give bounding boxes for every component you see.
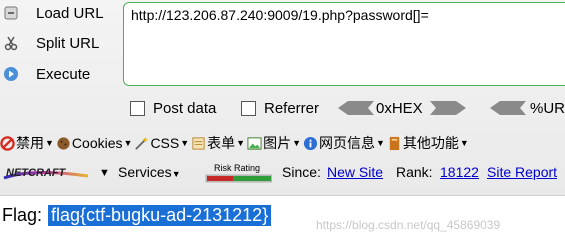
hex-label: 0xHEX	[376, 100, 423, 117]
play-icon	[2, 65, 20, 83]
info-menu[interactable]: 网页信息 ▼	[303, 133, 385, 153]
since-link[interactable]: New Site	[327, 164, 383, 180]
css-wand-icon	[135, 136, 149, 150]
post-data-checkbox[interactable]	[130, 101, 145, 116]
cookies-label: Cookies	[71, 135, 123, 151]
flag-output: Flag: flag{ctf-bugku-ad-2131212}	[2, 205, 272, 226]
disable-menu[interactable]: 禁用 ▼	[0, 133, 54, 153]
risk-rating-meter: Risk Rating	[205, 163, 272, 183]
flag-label: Flag:	[2, 205, 43, 225]
netcraft-logo[interactable]: NETCRAFT	[2, 164, 90, 182]
url-encode-label: %URL	[530, 100, 565, 117]
url-textarea[interactable]: http://123.206.87.240:9009/19.php?passwo…	[123, 2, 565, 86]
load-url-icon	[2, 4, 20, 22]
netcraft-dropdown-arrow-icon[interactable]: ▼	[99, 167, 110, 179]
forms-menu[interactable]: 表单 ▼	[191, 133, 245, 153]
execute-button[interactable]: Execute	[0, 61, 118, 87]
chevron-down-icon: ▼	[171, 169, 181, 179]
services-label: Services	[118, 164, 172, 180]
image-icon	[247, 136, 262, 150]
watermark-text: https://blog.csdn.net/qq_45869039	[316, 218, 501, 232]
other-tools-icon	[389, 136, 400, 150]
execute-label: Execute	[36, 65, 91, 83]
split-url-button[interactable]: Split URL	[0, 30, 118, 56]
flag-value: flag{ctf-bugku-ad-2131212}	[48, 205, 272, 226]
post-data-label: Post data	[153, 100, 217, 117]
cookies-menu[interactable]: Cookies ▼	[56, 135, 133, 151]
rank-label: Rank:	[396, 164, 433, 180]
hackbar-toolbar: Load URL Split URL Execute http://123.20…	[0, 0, 565, 196]
scissors-icon	[2, 34, 20, 52]
web-developer-toolbar: 禁用 ▼ Cookies ▼ CSS ▼ 表单 ▼ 图片 ▼ 网页信息 ▼ 其他功能 ▼	[0, 132, 471, 154]
css-menu[interactable]: CSS ▼	[134, 135, 189, 151]
chevron-down-icon: ▼	[236, 138, 246, 148]
form-icon	[192, 136, 205, 150]
site-report-link[interactable]: Site Report	[487, 164, 557, 180]
chevron-down-icon: ▼	[123, 138, 133, 148]
other-label: 其他功能	[402, 135, 459, 151]
url-value: http://123.206.87.240:9009/19.php?passwo…	[131, 7, 429, 23]
services-menu[interactable]: Services▼	[118, 164, 181, 180]
url-left-arrow-icon[interactable]	[490, 101, 526, 115]
chevron-down-icon: ▼	[292, 138, 301, 148]
info-label: 网页信息	[319, 135, 375, 151]
info-icon	[303, 136, 318, 150]
rank-link[interactable]: 18122	[440, 164, 479, 180]
chevron-down-icon: ▼	[45, 138, 54, 148]
hex-left-arrow-icon[interactable]	[338, 101, 374, 115]
chevron-down-icon: ▼	[459, 138, 469, 148]
images-menu[interactable]: 图片 ▼	[247, 133, 301, 153]
disable-icon	[0, 135, 15, 151]
disable-label: 禁用	[16, 135, 44, 151]
forms-label: 表单	[207, 135, 236, 151]
referrer-label: Referrer	[264, 100, 320, 117]
images-label: 图片	[263, 135, 292, 151]
chevron-down-icon: ▼	[376, 138, 385, 148]
load-url-button[interactable]: Load URL	[0, 0, 118, 26]
load-url-label: Load URL	[36, 4, 104, 22]
chevron-down-icon: ▼	[180, 138, 190, 148]
risk-rating-label: Risk Rating	[214, 163, 260, 173]
css-label: CSS	[150, 135, 180, 151]
referrer-checkbox[interactable]	[241, 101, 256, 116]
netcraft-toolbar: NETCRAFT ▼ Services▼ Risk Rating Since: …	[0, 162, 565, 186]
other-menu[interactable]: 其他功能 ▼	[387, 133, 469, 153]
svg-text:NETCRAFT: NETCRAFT	[6, 167, 67, 179]
hex-right-arrow-icon[interactable]	[430, 101, 466, 115]
split-url-label: Split URL	[36, 34, 100, 52]
cookie-icon	[57, 136, 70, 150]
toolbar-divider	[0, 195, 565, 196]
since-label: Since:	[282, 164, 321, 180]
